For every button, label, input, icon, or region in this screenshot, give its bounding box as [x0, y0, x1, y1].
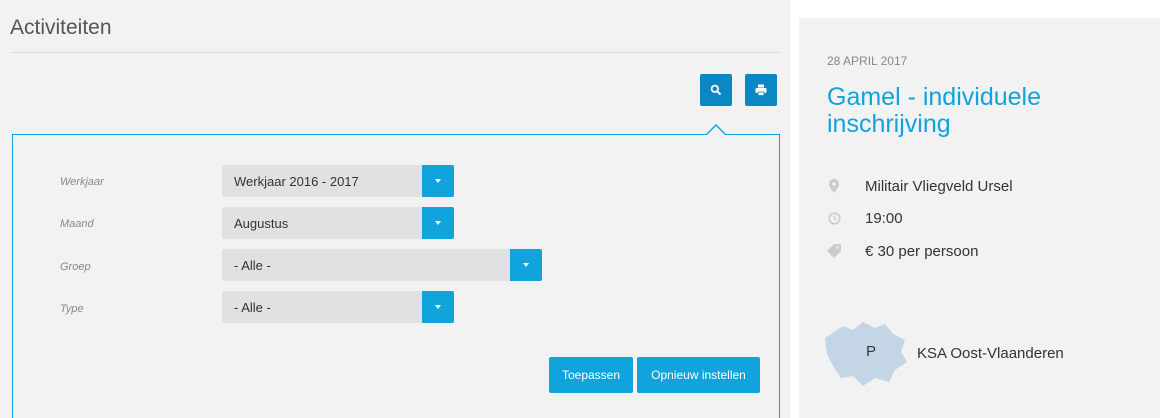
event-time: 19:00 — [865, 209, 903, 227]
title-divider — [10, 52, 780, 53]
filter-form: Werkjaar Werkjaar 2016 - 2017 Maand Augu… — [12, 134, 780, 418]
filter-pointer-fill — [706, 126, 726, 136]
organizer-letter: P — [866, 343, 877, 360]
event-card: 28 APRIL 2017 Gamel - individuele inschr… — [799, 18, 1160, 418]
event-price: € 30 per persoon — [865, 242, 979, 260]
maand-value: Augustus — [234, 216, 289, 231]
reset-button[interactable]: Opnieuw instellen — [637, 357, 760, 393]
type-dropdown-toggle[interactable] — [422, 291, 454, 323]
event-location-row: Militair Vliegveld Ursel — [827, 176, 1013, 196]
price-tag-icon — [827, 243, 841, 259]
werkjaar-label: Werkjaar — [60, 176, 104, 188]
groep-select[interactable]: - Alle - — [222, 249, 542, 281]
groep-label: Groep — [60, 261, 91, 273]
type-select[interactable]: - Alle - — [222, 291, 454, 323]
maand-label: Maand — [60, 218, 94, 230]
organizer-name: KSA Oost-Vlaanderen — [917, 345, 1064, 362]
type-label: Type — [60, 303, 84, 315]
event-date: 28 APRIL 2017 — [827, 54, 908, 68]
type-value: - Alle - — [234, 300, 271, 315]
chevron-down-icon — [435, 179, 441, 183]
chevron-down-icon — [523, 263, 529, 267]
werkjaar-dropdown-toggle[interactable] — [422, 165, 454, 197]
print-icon — [755, 84, 767, 96]
apply-button[interactable]: Toepassen — [549, 357, 633, 393]
print-button[interactable] — [745, 74, 777, 106]
event-time-row: 19:00 — [827, 208, 903, 228]
activities-panel: Activiteiten Werkjaar Werkjaar 2016 - 20… — [0, 0, 790, 418]
werkjaar-value: Werkjaar 2016 - 2017 — [234, 174, 359, 189]
event-location: Militair Vliegveld Ursel — [865, 177, 1013, 195]
groep-dropdown-toggle[interactable] — [510, 249, 542, 281]
map-pin-icon — [827, 178, 841, 194]
maand-select[interactable]: Augustus — [222, 207, 454, 239]
maand-dropdown-toggle[interactable] — [422, 207, 454, 239]
organizer[interactable]: P KSA Oost-Vlaanderen — [823, 318, 1143, 388]
chevron-down-icon — [435, 305, 441, 309]
search-icon — [710, 84, 722, 96]
event-title[interactable]: Gamel - individuele inschrijving — [827, 84, 1147, 138]
werkjaar-select[interactable]: Werkjaar 2016 - 2017 — [222, 165, 454, 197]
page-title: Activiteiten — [10, 16, 112, 39]
chevron-down-icon — [435, 221, 441, 225]
event-price-row: € 30 per persoon — [827, 241, 978, 261]
groep-value: - Alle - — [234, 258, 271, 273]
clock-icon — [827, 210, 841, 226]
search-button[interactable] — [700, 74, 732, 106]
